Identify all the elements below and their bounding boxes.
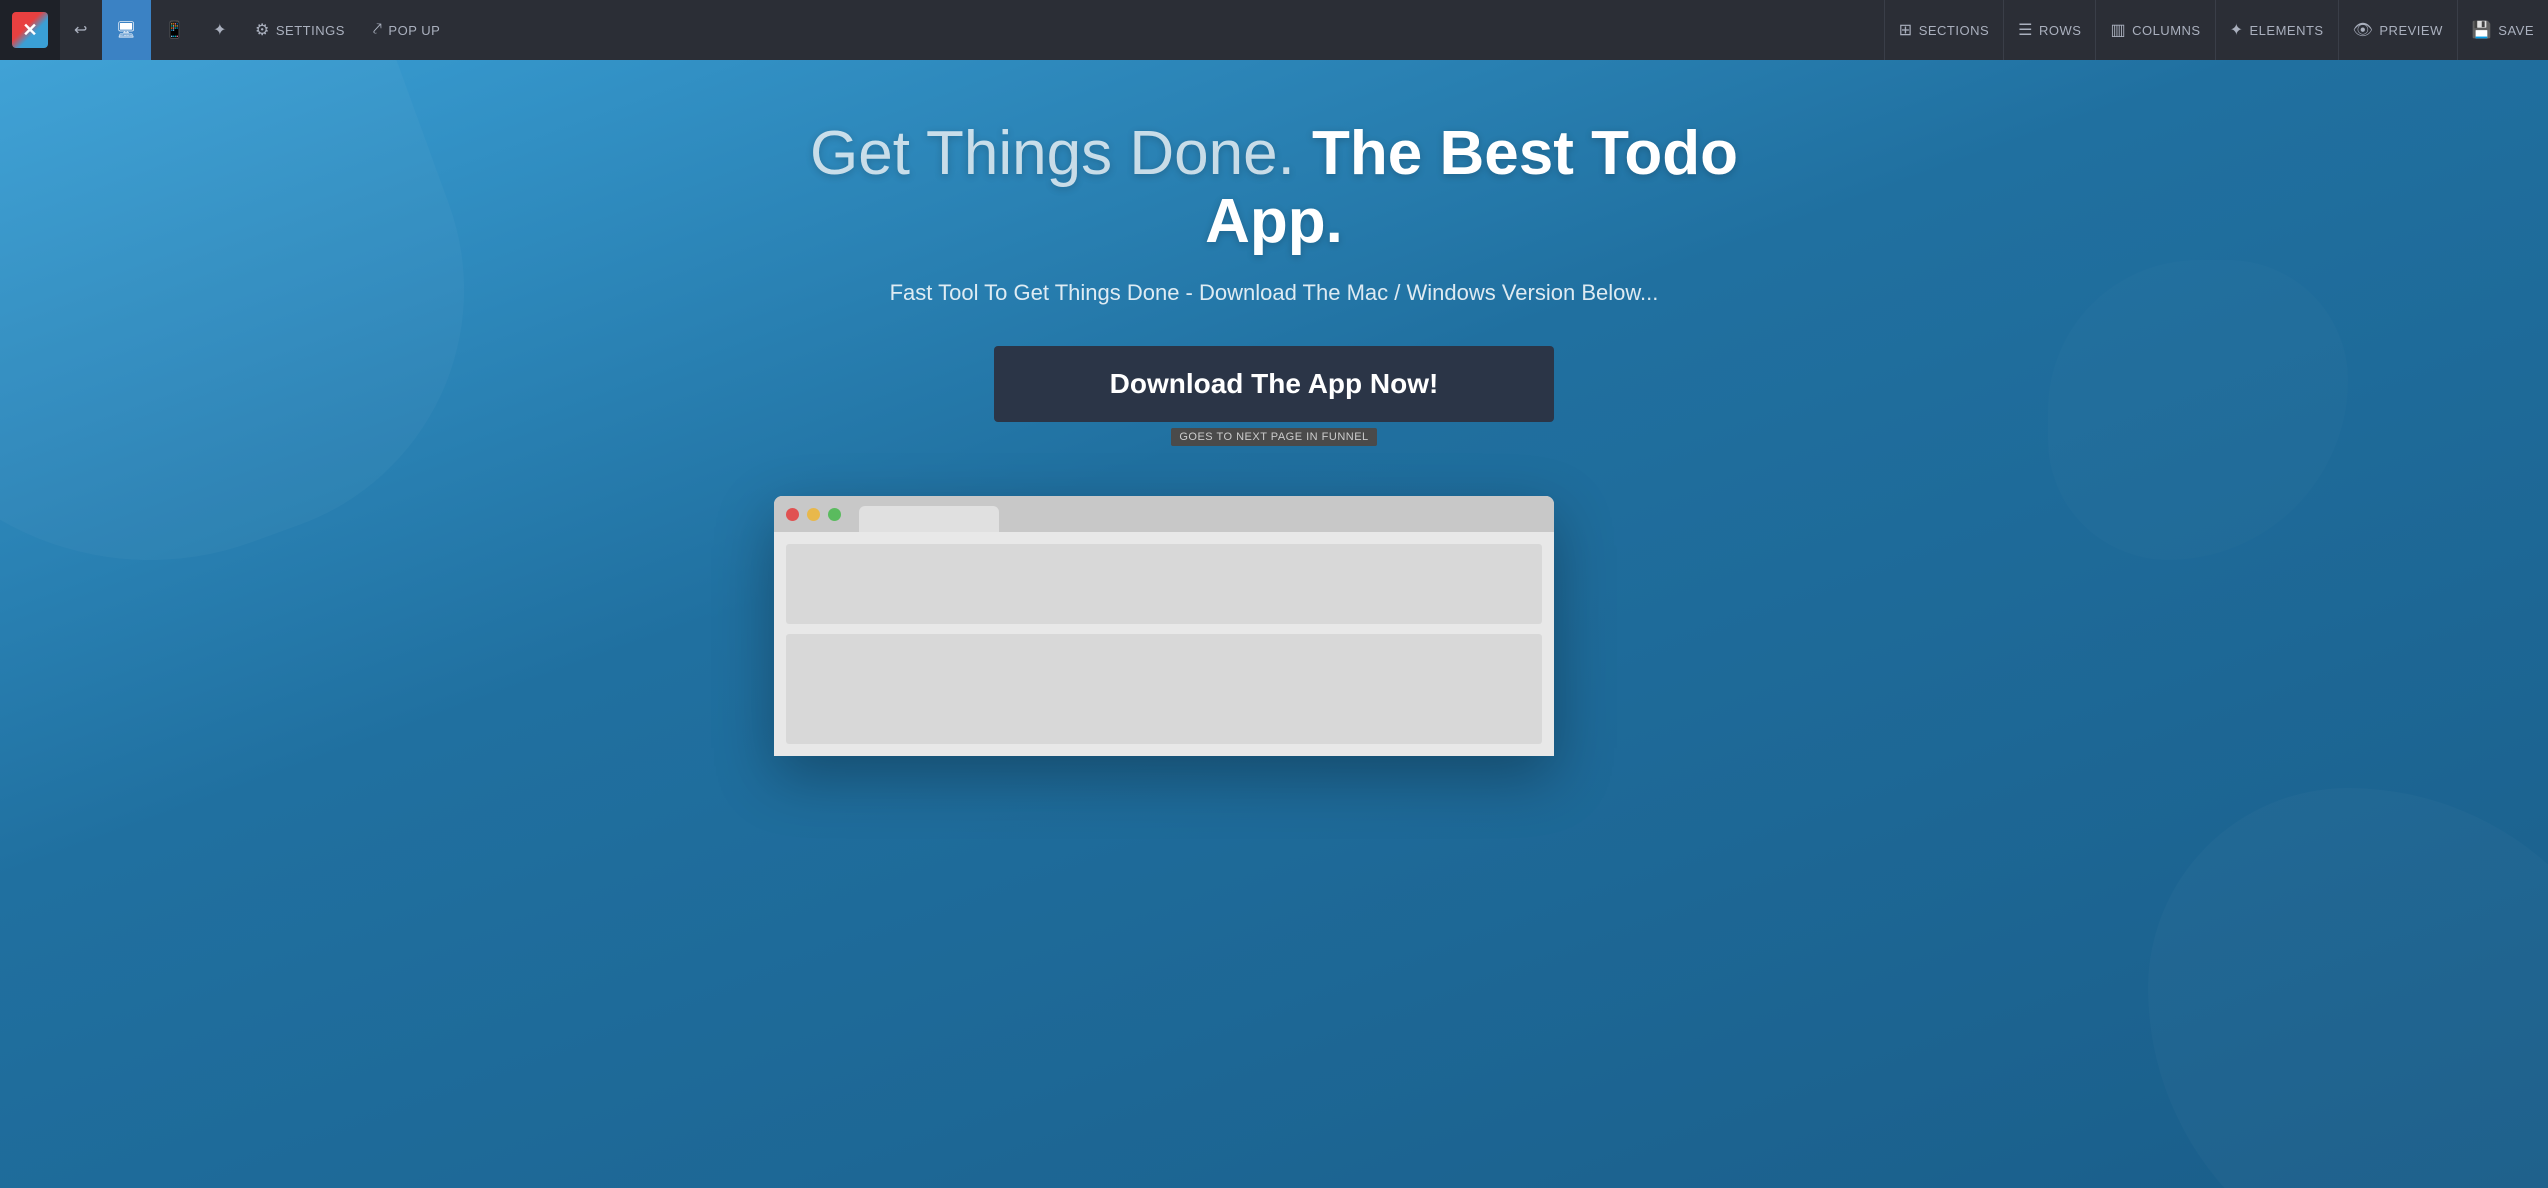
undo-button[interactable]: ↩ xyxy=(60,0,102,60)
popup-icon: ⤤ xyxy=(373,21,383,39)
hero-section: Get Things Done. The Best Todo App. Fast… xyxy=(774,120,1774,756)
columns-icon: ▥ xyxy=(2110,20,2126,40)
popup-button[interactable]: ⤤ POP UP xyxy=(359,0,454,60)
hero-title: Get Things Done. The Best Todo App. xyxy=(774,120,1774,256)
sections-button[interactable]: ⊞ SECTIONS xyxy=(1884,0,2003,60)
hero-title-light: Get Things Done. xyxy=(810,119,1295,188)
sections-icon: ⊞ xyxy=(1899,20,1913,40)
hero-subtitle: Fast Tool To Get Things Done - Download … xyxy=(774,280,1774,306)
logo-icon: ✕ xyxy=(12,12,48,48)
cta-wrapper: Download The App Now! GOES TO NEXT PAGE … xyxy=(774,346,1774,446)
browser-titlebar xyxy=(774,496,1554,532)
wand-icon: ✦ xyxy=(213,20,227,40)
rows-button[interactable]: ☰ ROWS xyxy=(2003,0,2095,60)
wand-button[interactable]: ✦ xyxy=(199,0,241,60)
undo-icon: ↩ xyxy=(74,20,88,40)
settings-button[interactable]: ⚙ SETTINGS xyxy=(241,0,359,60)
desktop-view-button[interactable]: 🖥 xyxy=(102,0,151,60)
elements-icon: ✦ xyxy=(2230,20,2244,40)
sections-label: SECTIONS xyxy=(1919,23,1989,38)
browser-content-block-1 xyxy=(786,544,1542,624)
settings-icon: ⚙ xyxy=(255,20,270,40)
preview-label: PREVIEW xyxy=(2379,23,2442,38)
page-content: Get Things Done. The Best Todo App. Fast… xyxy=(0,60,2548,1188)
nav-left-controls: ↩ 🖥 📱 ✦ ⚙ SETTINGS ⤤ POP UP xyxy=(60,0,454,60)
elements-label: ELEMENTS xyxy=(2250,23,2324,38)
save-label: SAVE xyxy=(2498,23,2534,38)
navbar: ✕ ↩ 🖥 📱 ✦ ⚙ SETTINGS ⤤ POP UP ⊞ SECTIONS… xyxy=(0,0,2548,60)
rows-icon: ☰ xyxy=(2018,20,2033,40)
columns-button[interactable]: ▥ COLUMNS xyxy=(2095,0,2214,60)
rows-label: ROWS xyxy=(2039,23,2081,38)
desktop-icon: 🖥 xyxy=(116,20,137,40)
browser-tab xyxy=(859,506,999,532)
bg-shape-2 xyxy=(2148,788,2548,1188)
browser-maximize-dot xyxy=(828,508,841,521)
browser-body xyxy=(774,532,1554,756)
elements-button[interactable]: ✦ ELEMENTS xyxy=(2215,0,2338,60)
browser-close-dot xyxy=(786,508,799,521)
nav-right-controls: ⊞ SECTIONS ☰ ROWS ▥ COLUMNS ✦ ELEMENTS 👁… xyxy=(1884,0,2548,60)
mobile-icon: 📱 xyxy=(165,20,185,40)
mobile-view-button[interactable]: 📱 xyxy=(151,0,199,60)
preview-icon: 👁 xyxy=(2353,20,2374,40)
browser-mockup xyxy=(774,496,1554,756)
popup-label: POP UP xyxy=(388,23,440,38)
cta-tooltip: GOES TO NEXT PAGE IN FUNNEL xyxy=(1171,428,1376,446)
preview-button[interactable]: 👁 PREVIEW xyxy=(2338,0,2457,60)
logo[interactable]: ✕ xyxy=(0,0,60,60)
settings-label: SETTINGS xyxy=(276,23,345,38)
columns-label: COLUMNS xyxy=(2132,23,2201,38)
bg-shape-1 xyxy=(0,60,535,645)
browser-minimize-dot xyxy=(807,508,820,521)
save-button[interactable]: 💾 SAVE xyxy=(2457,0,2548,60)
browser-content-block-2 xyxy=(786,634,1542,744)
cta-button[interactable]: Download The App Now! xyxy=(994,346,1554,422)
save-icon: 💾 xyxy=(2472,20,2492,40)
bg-shape-3 xyxy=(2048,260,2348,560)
